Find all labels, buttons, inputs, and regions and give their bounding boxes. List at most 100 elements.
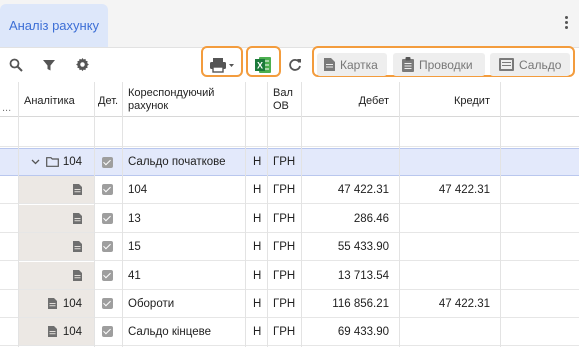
table-row[interactable]: 104 Н ГРН 47 422.31 47 422.31 [0,176,579,204]
analytics-value: 104 [62,297,82,310]
more-vert-icon[interactable] [565,16,569,30]
tab-account-analysis[interactable]: Аналіз рахунку [0,4,108,47]
document-icon [73,184,82,195]
detail-checkbox[interactable] [102,233,116,260]
flag-value: Н [253,297,262,310]
table-row[interactable]: 104 Сальдо початкове Н ГРН [0,148,579,176]
analytics-cell[interactable] [19,176,94,203]
debit-value: 69 433.90 [337,325,389,338]
analytics-cell[interactable]: 104 [19,149,94,175]
detail-checkbox[interactable] [102,290,116,317]
analytics-cell[interactable] [19,205,94,232]
ledger-icon [499,58,514,71]
document-icon [73,213,82,224]
credit-value: 47 422.31 [438,183,490,196]
flag-value: Н [253,212,262,225]
excel-export-icon[interactable]: X [252,48,274,81]
col-debit[interactable]: Дебет [302,82,399,116]
col-corr-account[interactable]: Кореспондуючий рахунок [128,82,243,116]
flag-value: Н [253,240,262,253]
postings-button-label: Проводки [419,57,473,72]
corr-account-value: 15 [128,240,141,253]
credit-value [400,318,500,345]
print-dropdown-button[interactable] [207,48,237,81]
corr-account-value: 104 [128,183,148,196]
chevron-down-icon[interactable] [31,159,40,165]
debit-value: 47 422.31 [337,183,389,196]
hidden-column-ellipsis[interactable]: ... [2,82,16,116]
analytics-value: 104 [62,156,82,168]
col-currency-line1: Вал [273,87,293,99]
corr-account-value: Сальдо кінцеве [128,325,211,338]
filter-icon[interactable] [38,48,60,81]
debit-value [302,149,399,175]
detail-checkbox[interactable] [102,176,116,203]
col-detail[interactable]: Дет. [98,82,122,116]
table-row[interactable]: 104 Сальдо кінцеве Н ГРН 69 433.90 [0,318,579,346]
settings-gear-icon[interactable] [71,48,93,81]
corr-account-value: Сальдо початкове [128,156,226,168]
debit-value: 55 433.90 [337,240,389,253]
clipboard-icon [402,57,414,72]
credit-value: 47 422.31 [438,297,490,310]
currency-value: ГРН [273,240,296,253]
credit-value [400,233,500,260]
folder-icon [45,157,59,167]
balance-button[interactable]: Сальдо [490,53,570,76]
currency-value: ГРН [273,183,296,196]
flag-value: Н [253,269,262,282]
currency-value: ГРН [273,297,296,310]
analytics-cell[interactable] [19,233,94,260]
document-icon [73,270,82,281]
currency-value: ГРН [273,156,296,168]
table-row[interactable]: 41 Н ГРН 13 713.54 [0,262,579,290]
table-row[interactable]: 104 Обороти Н ГРН 116 856.21 47 422.31 [0,290,579,318]
account-grid: ... Аналітика Дет. Кореспондуючий рахуно… [0,82,579,347]
table-row[interactable]: 15 Н ГРН 55 433.90 [0,233,579,261]
table-row[interactable]: 13 Н ГРН 286.46 [0,205,579,233]
card-button[interactable]: Картка [317,53,387,76]
detail-checkbox[interactable] [102,262,116,289]
currency-value: ГРН [273,269,296,282]
credit-value [400,262,500,289]
flag-value: Н [253,183,262,196]
grid-header: ... Аналітика Дет. Кореспондуючий рахуно… [0,82,579,117]
debit-value: 286.46 [353,212,389,225]
analytics-cell[interactable]: 104 [19,318,94,345]
corr-account-value: 13 [128,212,141,225]
col-credit[interactable]: Кредит [400,82,500,116]
credit-value [400,149,500,175]
flag-value: Н [253,325,262,338]
col-analytics[interactable]: Аналітика [24,82,94,116]
balance-button-label: Сальдо [519,57,562,72]
corr-account-value: 41 [128,269,141,282]
credit-value [400,205,500,232]
currency-value: ГРН [273,325,296,338]
detail-checkbox[interactable] [102,318,116,345]
col-corr-account-line1: Кореспондуючий [128,87,215,99]
currency-value: ГРН [273,212,296,225]
card-button-label: Картка [340,57,378,72]
document-icon [324,58,335,71]
postings-button[interactable]: Проводки [393,53,485,76]
document-icon [47,298,57,309]
corr-account-value: Обороти [128,297,175,310]
svg-text:X: X [257,60,263,70]
detail-checkbox[interactable] [102,205,116,232]
analytics-value: 104 [62,325,82,338]
analytics-cell[interactable]: 104 [19,290,94,317]
debit-value: 13 713.54 [337,269,389,282]
document-icon [73,241,82,252]
col-corr-account-line2: рахунок [128,100,169,112]
analytics-cell[interactable] [19,262,94,289]
col-currency-line2: ОВ [273,100,289,112]
debit-value: 116 856.21 [332,297,389,310]
grid-filter-row[interactable] [0,117,579,147]
flag-value: Н [253,156,262,168]
col-currency[interactable]: Вал ОВ [273,82,301,116]
tab-bar: Аналіз рахунку [0,0,579,48]
refresh-icon[interactable] [284,48,306,81]
detail-checkbox[interactable] [102,149,116,175]
search-icon[interactable] [5,48,27,81]
document-icon [47,326,57,337]
